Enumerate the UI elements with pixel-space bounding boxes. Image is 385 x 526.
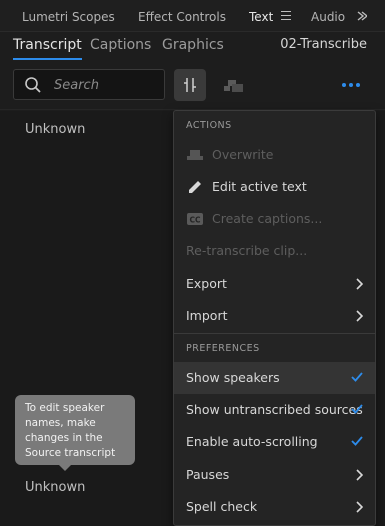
tab-text[interactable]: Text bbox=[249, 0, 273, 32]
menu-item-edit-active-text[interactable]: Edit active text bbox=[174, 171, 375, 203]
tab-captions[interactable]: Captions bbox=[90, 32, 151, 60]
speaker-label[interactable]: Unknown bbox=[25, 480, 85, 495]
chevron-right-icon bbox=[356, 278, 363, 290]
transcript-options-menu: ACTIONS Overwrite Edit active text CC Cr… bbox=[173, 110, 376, 526]
merge-segments-button[interactable] bbox=[218, 69, 250, 101]
checkmark-icon bbox=[351, 436, 363, 446]
menu-item-spell-check[interactable]: Spell check bbox=[174, 491, 375, 523]
menu-item-import[interactable]: Import bbox=[174, 300, 375, 332]
panel-menu-icon[interactable] bbox=[281, 11, 291, 21]
more-horizontal-icon bbox=[342, 83, 360, 87]
checkmark-icon bbox=[351, 404, 363, 414]
menu-item-overwrite[interactable]: Overwrite bbox=[174, 139, 375, 171]
menu-item-create-captions[interactable]: CC Create captions... bbox=[174, 203, 375, 235]
speaker-label[interactable]: Unknown bbox=[25, 122, 85, 137]
svg-text:CC: CC bbox=[189, 216, 201, 225]
tab-audio[interactable]: Audio C bbox=[311, 0, 347, 32]
split-segment-icon bbox=[184, 78, 196, 92]
chevron-right-icon bbox=[356, 501, 363, 513]
chevron-right-icon bbox=[356, 310, 363, 322]
transcript-toolbar bbox=[0, 60, 385, 110]
speaker-edit-tooltip: To edit speaker names, make changes in t… bbox=[15, 395, 135, 471]
menu-item-show-untranscribed[interactable]: Show untranscribed sources bbox=[174, 394, 375, 426]
tab-transcript[interactable]: Transcript bbox=[13, 32, 82, 60]
menu-item-export[interactable]: Export bbox=[174, 268, 375, 300]
tab-lumetri-scopes[interactable]: Lumetri Scopes bbox=[22, 0, 115, 32]
menu-item-enable-autoscroll[interactable]: Enable auto-scrolling bbox=[174, 426, 375, 458]
menu-item-show-speakers[interactable]: Show speakers bbox=[174, 362, 375, 394]
chevron-right-icon bbox=[356, 469, 363, 481]
more-options-button[interactable] bbox=[339, 72, 363, 96]
captions-cc-icon: CC bbox=[187, 213, 203, 225]
tab-effect-controls[interactable]: Effect Controls bbox=[138, 0, 226, 32]
checkmark-icon bbox=[351, 372, 363, 382]
search-icon bbox=[25, 77, 41, 93]
menu-section-preferences: PREFERENCES bbox=[186, 343, 260, 354]
menu-section-actions: ACTIONS bbox=[186, 120, 232, 131]
menu-item-pauses[interactable]: Pauses bbox=[174, 459, 375, 491]
split-segment-button[interactable] bbox=[174, 69, 206, 101]
overwrite-icon bbox=[187, 150, 203, 160]
tab-overflow-icon[interactable] bbox=[355, 10, 367, 22]
sequence-name: 02-Transcribe bbox=[280, 37, 367, 52]
panel-tab-bar: Lumetri Scopes Effect Controls Text Audi… bbox=[0, 0, 385, 32]
merge-segments-icon bbox=[224, 80, 243, 92]
tab-graphics[interactable]: Graphics bbox=[162, 32, 224, 60]
pencil-icon bbox=[189, 181, 201, 193]
search-box[interactable] bbox=[13, 69, 165, 100]
menu-item-retranscribe[interactable]: Re-transcribe clip... bbox=[174, 235, 375, 267]
menu-divider bbox=[174, 333, 375, 334]
search-input[interactable] bbox=[54, 75, 159, 95]
